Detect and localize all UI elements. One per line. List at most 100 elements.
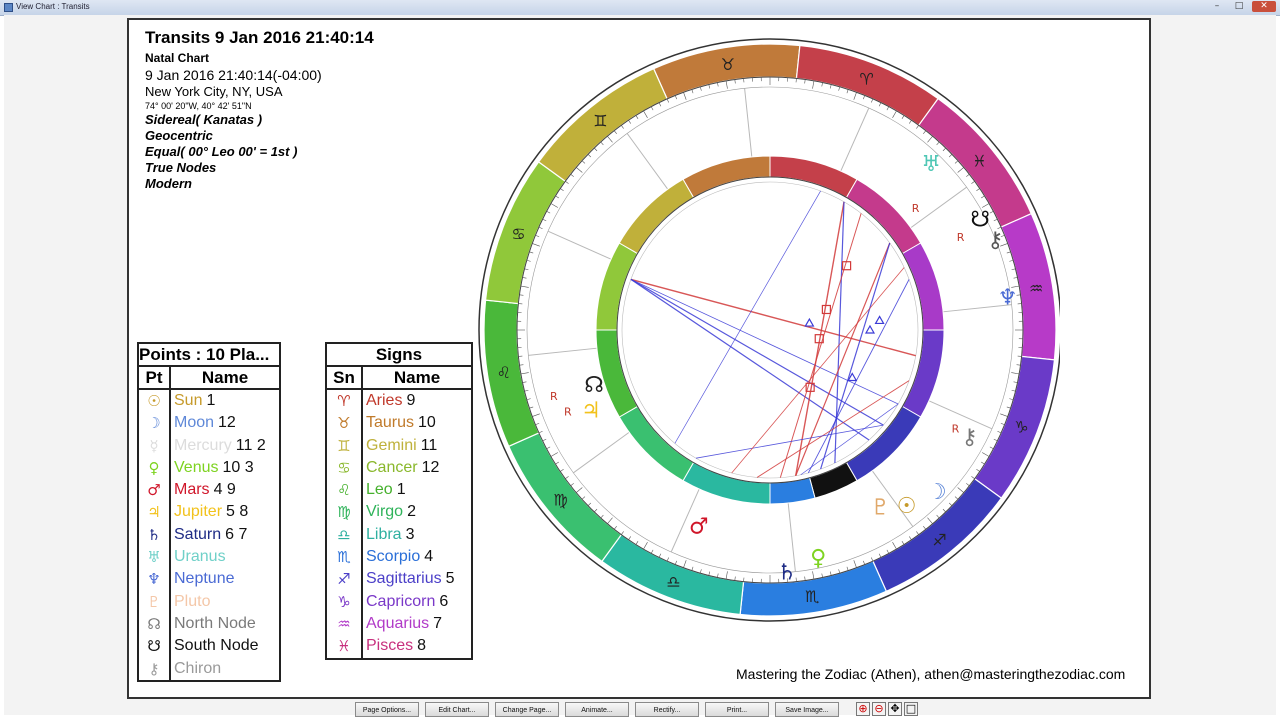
maximize-button[interactable]: □: [1230, 1, 1248, 12]
signs-table-caption: Signs: [325, 342, 473, 367]
point-house-numbers: 4 9: [213, 481, 236, 499]
sign-row[interactable]: Pisces 8: [366, 635, 471, 657]
zodiac-sign-glyph-icon: ♈: [859, 69, 873, 88]
fit-icon[interactable]: □: [904, 702, 918, 716]
sign-name: Aquarius: [366, 614, 430, 632]
point-name: Jupiter: [174, 503, 223, 521]
sign-row[interactable]: Scorpio 4: [366, 546, 471, 568]
point-symbol-icon: ♆: [147, 570, 161, 589]
sign-symbol-icon: ♒: [337, 614, 351, 633]
close-button[interactable]: ✕: [1252, 1, 1276, 12]
sign-house-numbers: 7: [433, 614, 443, 632]
point-row[interactable]: Moon 12: [174, 412, 279, 434]
point-name: North Node: [174, 614, 256, 632]
sign-row[interactable]: Aquarius 7: [366, 613, 471, 635]
point-row[interactable]: South Node: [174, 635, 279, 657]
setting-houses: Equal( 00° Leo 00' = 1st ): [145, 144, 298, 159]
point-row[interactable]: Jupiter 5 8: [174, 501, 279, 523]
sign-symbol-icon: ♋: [337, 458, 351, 477]
sign-name: Capricorn: [366, 592, 436, 610]
retrograde-mark-icon: R: [952, 423, 960, 436]
sign-row[interactable]: Capricorn 6: [366, 591, 471, 613]
zodiac-sign-glyph-icon: ♉: [721, 55, 735, 74]
sign-row[interactable]: Leo 1: [366, 479, 471, 501]
point-row[interactable]: Mars 4 9: [174, 479, 279, 501]
sign-row[interactable]: Cancer 12: [366, 457, 471, 479]
transit-planet-glyph-icon: ♄: [777, 560, 797, 585]
sign-name: Pisces: [366, 637, 414, 655]
chart-kind: Natal Chart: [145, 51, 210, 65]
sign-row[interactable]: Taurus 10: [366, 412, 471, 434]
point-row[interactable]: Pluto: [174, 591, 279, 613]
point-name: Mars: [174, 481, 210, 499]
transit-planet-glyph-icon: ⚷: [987, 228, 1003, 253]
chart-datetime: 9 Jan 2016 21:40:14(-04:00): [145, 67, 322, 83]
point-symbol-icon: ♀: [148, 458, 160, 477]
save-image-button[interactable]: Save Image...: [775, 702, 839, 717]
chart-info: Transits 9 Jan 2016 21:40:14 Natal Chart…: [145, 28, 374, 191]
chart-wheel[interactable]: ♉♈♓♒♑♐♏♎♍♌♋♊♅☋⚷♆⚷☽☉♇♀♄♂♃☊RRRRR: [460, 26, 1060, 656]
pan-icon[interactable]: ✥: [888, 702, 902, 716]
point-row[interactable]: Sun 1: [174, 390, 279, 412]
credit-text: Mastering the Zodiac (Athen), athen@mast…: [736, 666, 1126, 682]
sign-symbol-icon: ♊: [337, 436, 351, 455]
page-options-button[interactable]: Page Options...: [355, 702, 419, 717]
zodiac-sign-glyph-icon: ♓: [972, 151, 986, 170]
points-symbol-column: ☉ ☽ ☿ ♀ ♂ ♃ ♄ ♅ ♆ ♇ ☊ ☋ ⚷: [137, 388, 171, 682]
zodiac-sign-glyph-icon: ♒: [1029, 279, 1043, 298]
animate-button[interactable]: Animate...: [565, 702, 629, 717]
retrograde-mark-icon: R: [912, 202, 920, 215]
point-row[interactable]: Uranus: [174, 546, 279, 568]
point-row[interactable]: North Node: [174, 613, 279, 635]
signs-name-column: Aries 9 Taurus 10 Gemini 11 Cancer 12 Leo 1 Virgo 2…: [361, 388, 473, 660]
point-symbol-icon: ♃: [147, 503, 161, 522]
transit-planet-glyph-icon: ☽: [927, 480, 947, 505]
change-page-button[interactable]: Change Page...: [495, 702, 559, 717]
point-symbol-icon: ♂: [147, 481, 161, 500]
point-symbol-icon: ♇: [147, 592, 161, 611]
point-symbol-icon: ☋: [147, 637, 161, 656]
zodiac-sign-glyph-icon: ♊: [593, 112, 607, 131]
setting-zodiac: Sidereal( Kanatas ): [145, 112, 263, 127]
point-house-numbers: 11 2: [235, 436, 266, 454]
points-table: Points : 10 Pla... Pt Name ☉ ☽ ☿ ♀ ♂ ♃ ♄ ♅ ♆ ♇ ☊ ☋ ⚷…: [137, 342, 281, 682]
window-controls: – □ ✕: [1208, 1, 1276, 12]
point-house-numbers: 1: [206, 392, 216, 409]
sign-symbol-icon: ♉: [337, 414, 351, 433]
sign-row[interactable]: Aries 9: [366, 390, 471, 412]
points-col-symbol: Pt: [137, 365, 171, 390]
point-symbol-icon: ⚷: [148, 659, 160, 678]
chart-coords: 74° 00' 20"W, 40° 42' 51"N: [145, 101, 252, 111]
sign-name: Taurus: [366, 414, 415, 432]
point-row[interactable]: Chiron: [174, 658, 279, 680]
point-name: Saturn: [174, 525, 222, 543]
rectify-button[interactable]: Rectify...: [635, 702, 699, 717]
point-house-numbers: 6 7: [225, 525, 248, 543]
zodiac-sign-glyph-icon: ♌: [497, 363, 511, 382]
window-titlebar: View Chart : Transits – □ ✕: [0, 0, 1280, 16]
sign-house-numbers: 8: [417, 637, 427, 655]
points-name-column: Sun 1 Moon 12 Mercury 11 2 Venus 10 3 Mars 4 9 Jup…: [169, 388, 281, 682]
sign-name: Sagittarius: [366, 570, 442, 588]
natal-inner-circle: [616, 176, 924, 484]
sign-row[interactable]: Sagittarius 5: [366, 568, 471, 590]
zoom-out-icon[interactable]: ⊖: [872, 702, 886, 716]
transit-planet-glyph-icon: ♅: [921, 152, 941, 177]
point-row[interactable]: Mercury 11 2: [174, 435, 279, 457]
sign-house-numbers: 4: [424, 548, 434, 566]
zodiac-sign-glyph-icon: ♋: [511, 224, 525, 243]
zodiac-sign-glyph-icon: ♏: [805, 587, 819, 606]
point-row[interactable]: Neptune: [174, 568, 279, 590]
transit-planet-glyph-icon: ♀: [810, 546, 826, 571]
minimize-button[interactable]: –: [1208, 1, 1226, 12]
zoom-in-icon[interactable]: ⊕: [856, 702, 870, 716]
print-button[interactable]: Print...: [705, 702, 769, 717]
signs-symbol-column: ♈ ♉ ♊ ♋ ♌ ♍ ♎ ♏ ♐ ♑ ♒ ♓: [325, 388, 363, 660]
sign-row[interactable]: Gemini 11: [366, 435, 471, 457]
sign-row[interactable]: Libra 3: [366, 524, 471, 546]
point-row[interactable]: Saturn 6 7: [174, 524, 279, 546]
sign-row[interactable]: Virgo 2: [366, 501, 471, 523]
point-row[interactable]: Venus 10 3: [174, 457, 279, 479]
point-name: Neptune: [174, 570, 235, 588]
edit-chart-button[interactable]: Edit Chart...: [425, 702, 489, 717]
